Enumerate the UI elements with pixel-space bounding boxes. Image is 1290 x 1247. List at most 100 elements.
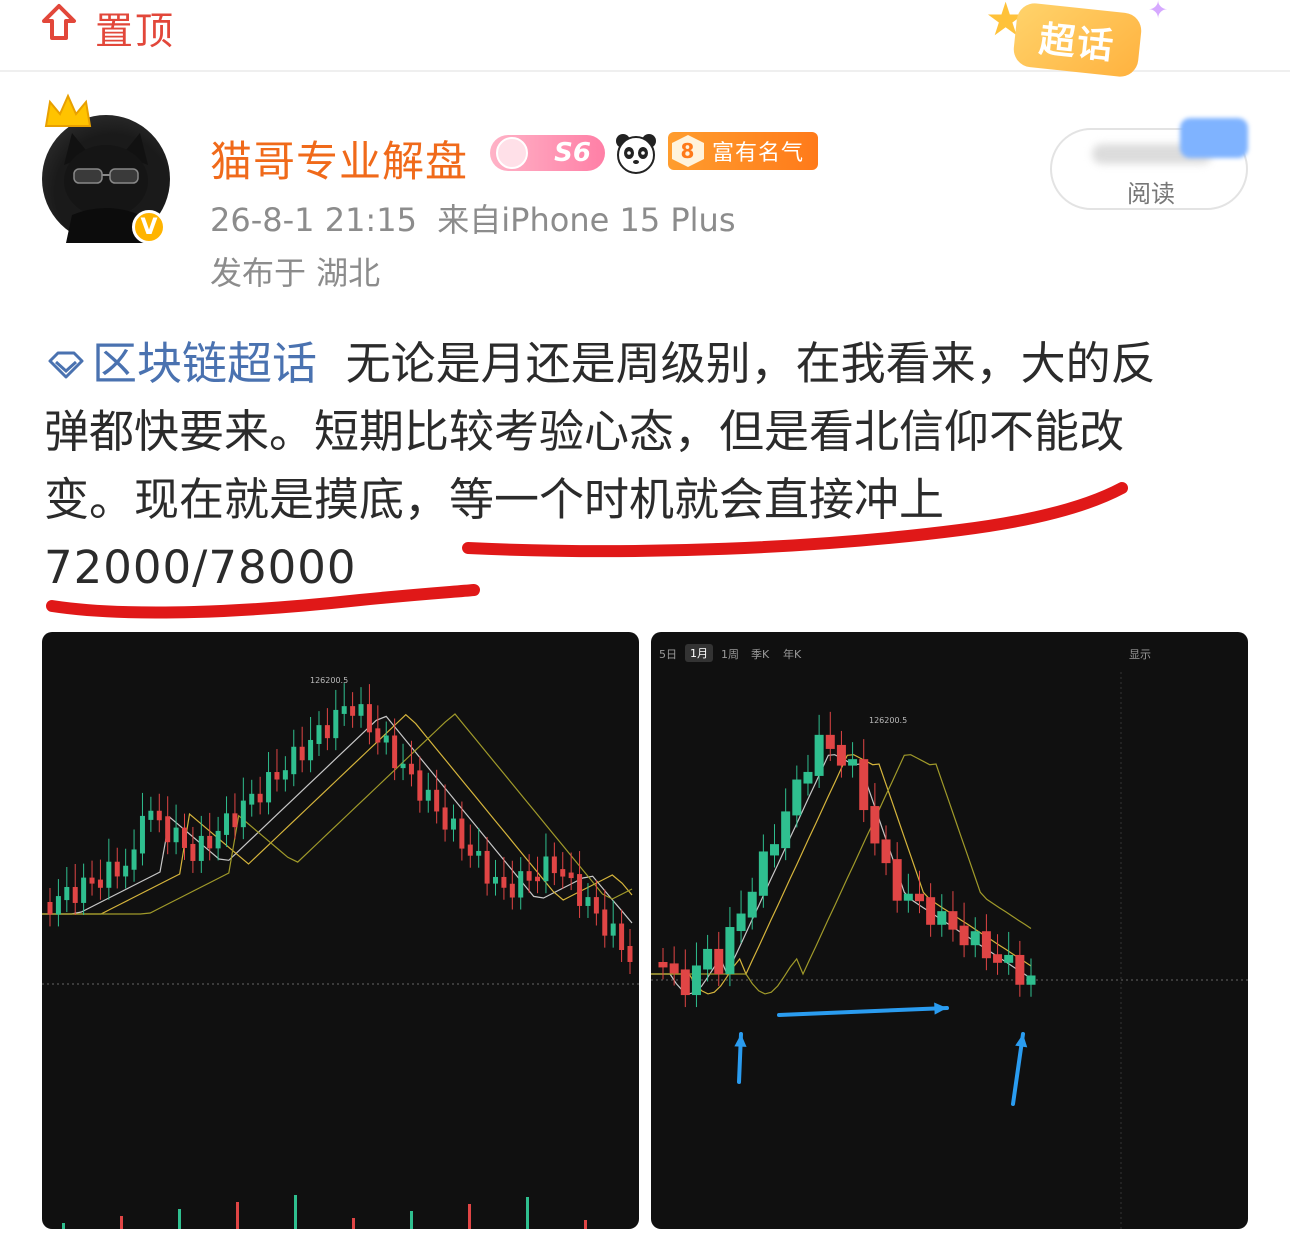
chart-left-volume-bar — [294, 1195, 297, 1229]
panda-icon[interactable] — [614, 131, 658, 175]
blurred-badge — [1180, 118, 1248, 158]
chart-right-candle-body — [703, 948, 713, 970]
chart-left-candle-body — [274, 772, 280, 780]
read-button[interactable]: 阅读 — [1050, 118, 1248, 210]
chart-right-arrow-horizontal-head — [934, 1002, 947, 1015]
chart-right-candle-body — [903, 893, 913, 901]
chart-right-candle-body — [870, 806, 880, 844]
chart-left-candle-body — [123, 865, 129, 877]
chart-right-candle-body — [658, 962, 668, 968]
chart-left-candle-body — [299, 746, 305, 761]
chart-left-candle-body — [459, 818, 465, 849]
chart-left-candle-body — [366, 704, 372, 733]
chart-right-candle-body — [781, 811, 791, 849]
chart-right-candle-body — [1004, 954, 1014, 963]
chart-left-candle-body — [165, 816, 171, 843]
chart-left-candle-body — [308, 739, 314, 761]
fame-label: 富有名气 — [712, 141, 805, 166]
post-line-3: 变。现在就是摸底，等一个时机就会直接冲上 — [44, 473, 945, 526]
chart-left-volume-bar — [526, 1197, 529, 1229]
chart-left-candle-body — [350, 706, 356, 716]
chart-left-volume-bar — [352, 1218, 355, 1229]
chart-right-candle-body — [970, 931, 980, 946]
chart-left-ma-mid — [42, 713, 633, 915]
chart-right-candle-body — [747, 891, 757, 918]
level-avatar-icon — [496, 137, 528, 169]
chart-right-candle-body — [758, 851, 768, 896]
chart-left-candle-body — [139, 815, 145, 854]
chart-left-volume-bar — [178, 1209, 181, 1229]
chart-right-candle-body — [981, 931, 991, 959]
chart-right-candle-body — [669, 963, 679, 974]
chart-left-candle-body — [509, 883, 515, 898]
candlestick-chart-right — [651, 672, 1248, 1229]
chart-left-candle-body — [602, 909, 608, 936]
chart-right-candle-body — [725, 927, 735, 975]
chart-left-volume-bar — [120, 1216, 123, 1229]
chart-right-candle-body — [892, 859, 902, 901]
topic-link[interactable]: 区块链超话 — [44, 337, 317, 390]
chart-left-candle-body — [72, 886, 78, 903]
top-bar: 置顶 ★ ✦ 超话 — [0, 0, 1290, 79]
fame-badge[interactable]: 8 富有名气 — [668, 132, 818, 170]
chart-left-candle-body — [484, 850, 490, 884]
chart-right-candle-body — [959, 925, 969, 946]
chart-left-candle-body — [434, 789, 440, 812]
chart-left-candle-body — [568, 872, 574, 879]
crown-icon — [44, 93, 92, 127]
chart-right-candle-body — [914, 893, 924, 902]
chart-left-candle-body — [610, 923, 616, 936]
chart-left-candle-body — [627, 946, 633, 962]
chart-left-volume-bar — [584, 1220, 587, 1229]
post-line-1: 区块链超话 无论是月还是周级别，在我看来，大的反 — [44, 330, 1244, 398]
chart-right-candle-body — [948, 911, 958, 930]
chart-left-candle-body — [198, 835, 204, 861]
chart-left-candle-body — [190, 843, 196, 861]
chart-right-candle-body — [859, 759, 869, 811]
chart-left-volume-bar — [236, 1202, 239, 1229]
chart-left-candle-body — [619, 923, 625, 951]
chart-left-candle-body — [358, 704, 364, 716]
chart-left-candle-body — [224, 813, 230, 835]
chart-left-candle-body — [593, 897, 599, 914]
chart-image-right[interactable]: 5日 1月 1周 季K 年K 显示 126200.5 — [651, 632, 1248, 1229]
chart-left-candle-body — [560, 869, 566, 877]
chart-left-candle-body — [47, 902, 53, 915]
chart-right-candle-body — [792, 779, 802, 816]
chart-left-candle-body — [173, 827, 179, 843]
chart-right-candle-body — [881, 839, 891, 864]
chart-left-candle-body — [257, 793, 263, 803]
post-line-4: 72000/78000 — [44, 541, 357, 594]
chart-left-candle-body — [282, 770, 288, 780]
chart-left-candle-body — [291, 746, 297, 775]
chart-left-candle-body — [156, 810, 162, 821]
chart-right-candle-body — [1015, 954, 1025, 985]
post-line-2: 弹都快要来。短期比较考验心态，但是看北信仰不能改 — [44, 405, 1125, 458]
chart-left-candle-body — [501, 876, 507, 888]
chart-right-candle-body — [770, 844, 780, 856]
chart-left-candle-body — [55, 896, 61, 915]
chart-left-candle-body — [148, 810, 154, 820]
chart-image-left[interactable]: 126200.5 — [42, 632, 639, 1229]
chart-left-candle-body — [249, 793, 255, 805]
chart-left-candle-body — [64, 886, 70, 901]
chart-left-candle-body — [535, 876, 541, 882]
post-body: 区块链超话 无论是月还是周级别，在我看来，大的反 弹都快要来。短期比较考验心态，… — [44, 330, 1244, 602]
chart-left-candle-body — [383, 735, 389, 743]
author-name[interactable]: 猫哥专业解盘 — [210, 128, 468, 189]
chaohua-badge[interactable]: 超话 — [1011, 1, 1144, 79]
chart-right-arrow-horizontal — [777, 1006, 949, 1017]
chart-left-candle-body — [207, 835, 213, 849]
chart-left-candle-body — [493, 876, 499, 884]
chart-left-candle-body — [551, 856, 557, 874]
chart-right-candle-body — [814, 734, 824, 776]
chart-left-ma-short — [42, 715, 633, 924]
diamond-topic-icon — [48, 351, 84, 379]
chart-left-candle-body — [375, 728, 381, 743]
pin-label: 置顶 — [95, 9, 176, 53]
chart-right-candle-body — [937, 911, 947, 925]
chart-left-candle-body — [97, 879, 103, 888]
level-badge[interactable]: S6 — [490, 135, 605, 171]
chart-right-candle-body — [680, 969, 690, 996]
pin-top-icon — [42, 4, 76, 40]
